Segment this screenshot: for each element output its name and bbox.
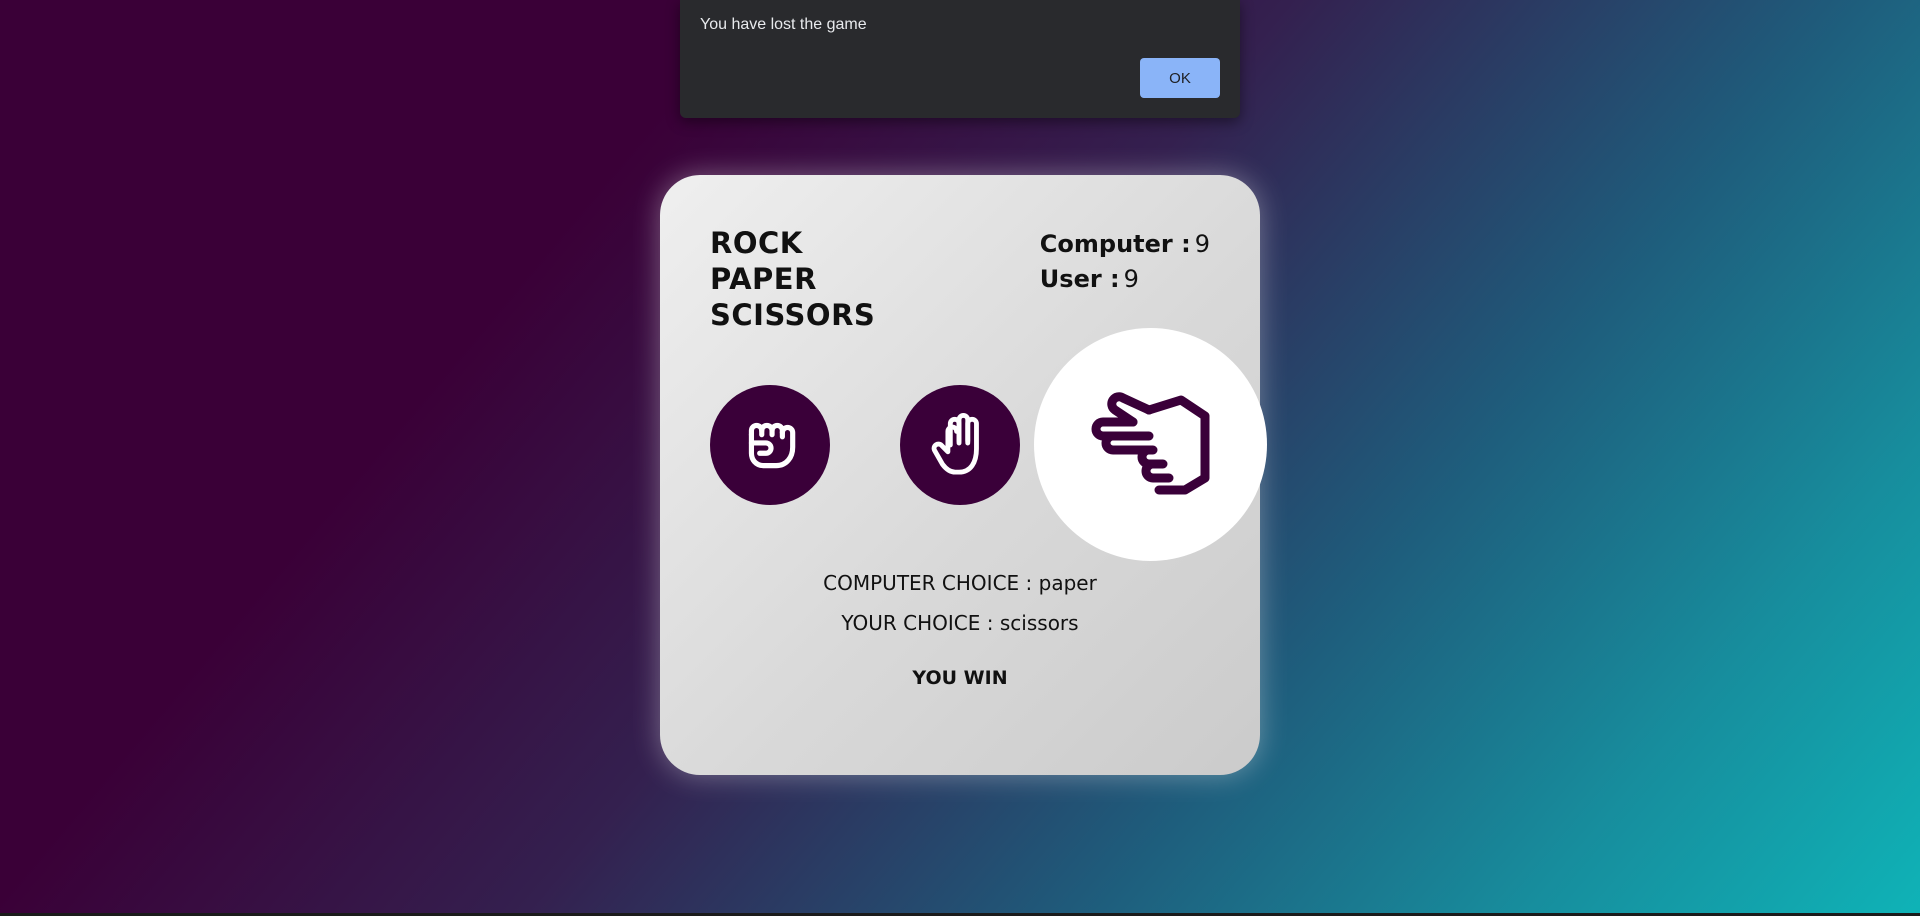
rock-fist-icon bbox=[748, 422, 796, 469]
your-choice-value: scissors bbox=[999, 611, 1079, 635]
title-line-rock: ROCK bbox=[710, 226, 803, 260]
alert-dialog: You have lost the game OK bbox=[680, 0, 1240, 118]
alert-message: You have lost the game bbox=[700, 16, 867, 33]
computer-score-label: Computer : bbox=[1039, 230, 1191, 258]
result-text: YOU WIN bbox=[912, 667, 1008, 689]
scissors-hand-icon bbox=[1091, 391, 1209, 494]
scoreboard: Computer :9 User :9 bbox=[1040, 227, 1210, 297]
title-line-scissors: SCISSORS bbox=[710, 298, 876, 332]
paper-hand-icon bbox=[931, 413, 979, 475]
user-score-label: User : bbox=[1039, 265, 1120, 293]
computer-choice-label: COMPUTER CHOICE : bbox=[823, 571, 1033, 595]
your-choice-line: YOUR CHOICE : scissors bbox=[660, 603, 1260, 643]
your-choice-label: YOUR CHOICE : bbox=[841, 611, 994, 635]
results-panel: COMPUTER CHOICE : paper YOUR CHOICE : sc… bbox=[660, 563, 1260, 643]
computer-choice-value: paper bbox=[1038, 571, 1097, 595]
computer-score-value: 9 bbox=[1194, 230, 1210, 258]
user-score: User :9 bbox=[1040, 262, 1210, 297]
rock-button[interactable] bbox=[710, 385, 830, 505]
alert-ok-button[interactable]: OK bbox=[1140, 58, 1220, 98]
computer-choice-line: COMPUTER CHOICE : paper bbox=[660, 563, 1260, 603]
computer-score: Computer :9 bbox=[1040, 227, 1210, 262]
user-score-value: 9 bbox=[1123, 265, 1139, 293]
paper-button[interactable] bbox=[900, 385, 1020, 505]
game-card: ROCK PAPER SCISSORS Computer :9 User :9 bbox=[660, 175, 1267, 775]
title-line-paper: PAPER bbox=[710, 262, 817, 296]
scissors-button[interactable] bbox=[1034, 328, 1267, 561]
game-title: ROCK PAPER SCISSORS bbox=[710, 225, 875, 333]
